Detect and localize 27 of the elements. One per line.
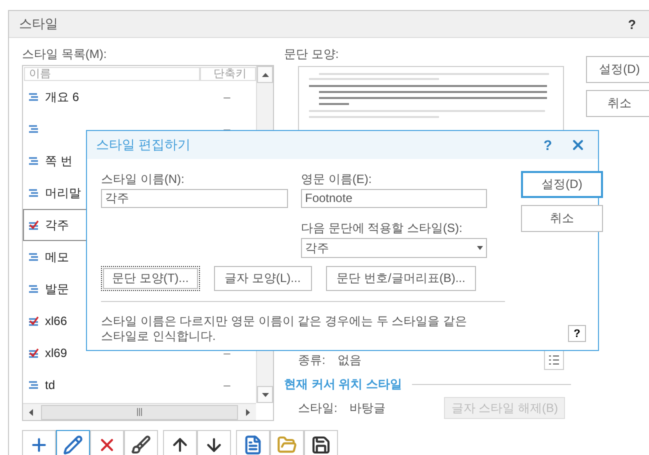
current-style-label: 스타일:	[298, 400, 338, 416]
style-name: 머리말	[45, 184, 81, 202]
style-list-label: 스타일 목록(M):	[22, 46, 108, 62]
dialog-title: 스타일 편집하기	[96, 136, 191, 154]
style-name: 발문	[45, 280, 69, 298]
column-header: 이름	[24, 67, 200, 81]
next-style-label: 다음 문단에 적용할 스타일(S):	[301, 220, 464, 236]
style-name: xl69	[45, 346, 68, 360]
note-text: 스타일 이름은 다르지만 영문 이름이 같은 경우에는 두 스타일을 같은 스타일로 인식합니다.	[101, 314, 468, 344]
style-name: td	[45, 378, 56, 392]
style-name: 각주	[45, 216, 69, 234]
style-name-label: 스타일 이름(N):	[101, 171, 186, 187]
preview-label: 문단 모양:	[284, 46, 340, 62]
style-name: 메모	[45, 248, 69, 266]
column-header: 단축키	[200, 67, 256, 81]
section-heading: 현재 커서 위치 스타일	[284, 376, 402, 393]
numbering-value: 없음	[337, 352, 362, 368]
window-title: 스타일	[19, 15, 58, 33]
style-name: 쪽 번	[45, 152, 72, 170]
shortcut-text: –	[222, 92, 232, 102]
numbering-label: 종류:	[298, 352, 326, 368]
english-name-label: 영문 이름(E):	[301, 171, 373, 187]
style-name: xl66	[45, 314, 68, 328]
current-style-value: 바탕글	[349, 400, 386, 416]
style-name: 개요 6	[45, 88, 80, 106]
shortcut-text: –	[222, 380, 232, 390]
shortcut-text: –	[222, 348, 232, 358]
